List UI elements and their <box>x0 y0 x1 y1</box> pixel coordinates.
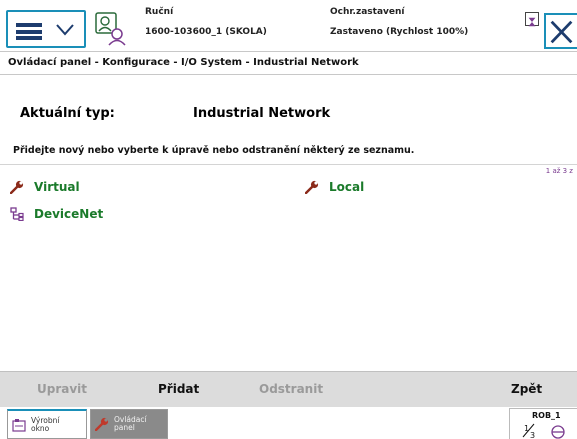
svg-text:3: 3 <box>530 431 535 439</box>
current-type-value: Industrial Network <box>193 106 331 121</box>
speed-fraction-icon: 1 3 <box>522 423 565 439</box>
action-bar: Upravit Přidat Odstranit Zpět <box>0 371 577 407</box>
wrench-icon <box>10 180 24 194</box>
remove-button[interactable]: Odstranit <box>259 382 323 396</box>
robot-name: ROB_1 <box>532 411 561 420</box>
chevron-down-icon <box>56 24 74 36</box>
operator-icon[interactable] <box>95 12 129 46</box>
edit-button[interactable]: Upravit <box>37 382 87 396</box>
list-item-devicenet[interactable]: DeviceNet <box>10 204 103 224</box>
hamburger-icon <box>16 23 42 40</box>
list-item-label: Virtual <box>34 180 80 194</box>
task-label-line2: panel <box>114 423 135 432</box>
task-production-window[interactable]: Výrobní okno <box>7 409 87 439</box>
list-divider <box>0 164 577 165</box>
status-indicator-icon[interactable] <box>525 12 539 27</box>
list-item-label: DeviceNet <box>34 207 104 221</box>
task-control-panel[interactable]: Ovládací panel <box>90 409 168 439</box>
back-button[interactable]: Zpět <box>511 382 542 396</box>
current-type-label: Aktuální typ: <box>20 106 115 121</box>
svg-text:1: 1 <box>524 424 529 433</box>
wrench-icon <box>305 180 319 194</box>
close-button[interactable] <box>544 13 577 49</box>
taskbar: Výrobní okno Ovládací panel <box>0 407 577 439</box>
mode-label: Ruční <box>145 7 174 17</box>
item-count: 1 až 3 z <box>545 167 573 175</box>
robot-status-indicator[interactable]: ROB_1 1 3 <box>509 408 577 439</box>
task-label-line2: okno <box>31 423 50 433</box>
instruction-text: Přidejte nový nebo vyberte k úpravě nebo… <box>13 145 415 156</box>
list-item-label: Local <box>329 180 365 194</box>
list-item-virtual[interactable]: Virtual <box>10 177 80 197</box>
list-item-local[interactable]: Local <box>305 177 364 197</box>
add-button[interactable]: Přidat <box>158 382 199 396</box>
controller-state: Ochr.zastavení <box>330 7 405 17</box>
wrench-icon <box>95 417 109 431</box>
speed-status: Zastaveno (Rychlost 100%) <box>330 27 469 37</box>
production-window-icon <box>12 418 26 432</box>
main-menu-button[interactable] <box>6 10 86 48</box>
close-icon <box>550 20 573 44</box>
status-header: Ruční 1600-103600_1 (SKOLA) Ochr.zastave… <box>0 0 577 52</box>
controller-name: 1600-103600_1 (SKOLA) <box>145 27 267 37</box>
breadcrumb: Ovládací panel - Konfigurace - I/O Syste… <box>0 52 577 75</box>
network-icon <box>10 207 24 221</box>
